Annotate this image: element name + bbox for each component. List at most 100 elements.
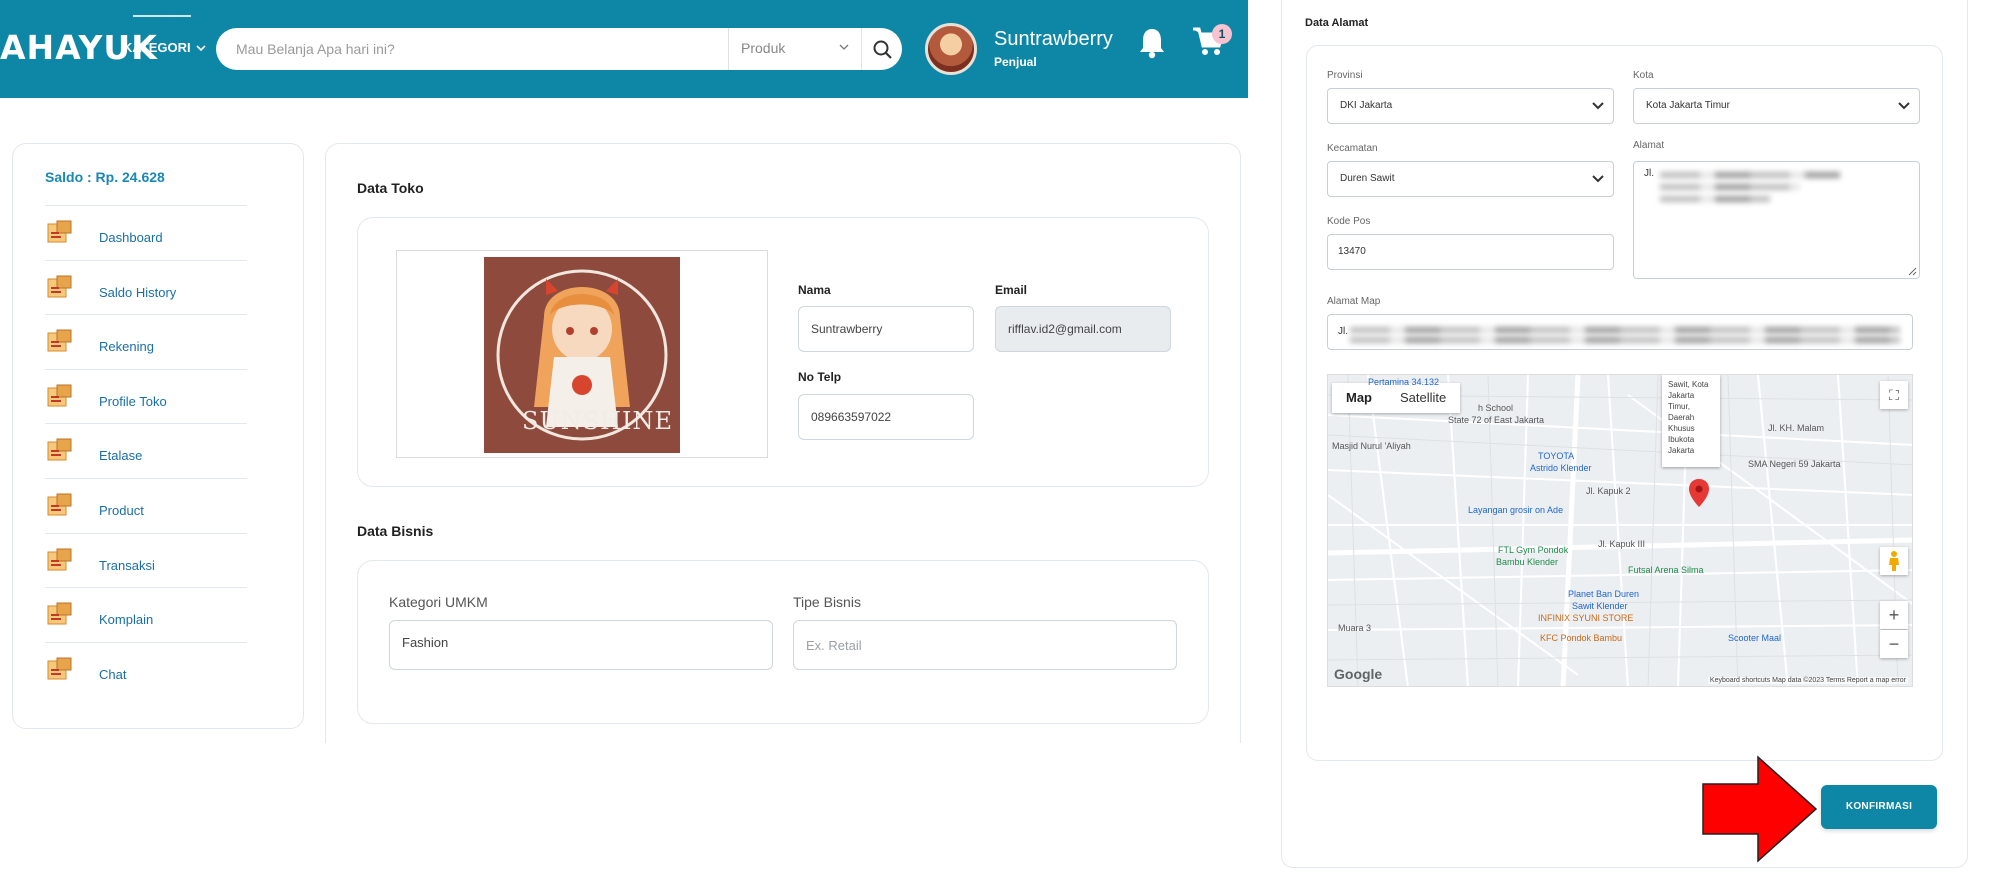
sidebar-item[interactable]: Etalase — [45, 423, 247, 477]
tipe-bisnis-input[interactable] — [793, 620, 1177, 670]
street-view-button[interactable] — [1880, 547, 1908, 575]
map-place-label[interactable]: State 72 of East Jakarta — [1448, 415, 1544, 425]
map-place-label[interactable]: SMA Negeri 59 Jakarta — [1748, 459, 1841, 469]
email-field: rifflav.id2@gmail.com — [995, 306, 1171, 352]
map-place-label[interactable]: Scooter Maal — [1728, 633, 1781, 643]
map-footer[interactable]: Keyboard shortcuts Map data ©2023 Terms … — [1707, 677, 1908, 684]
map-place-label[interactable]: Futsal Arena Silma — [1628, 565, 1704, 575]
chat-icon — [47, 657, 73, 681]
map-place-label[interactable]: KFC Pondok Bambu — [1540, 633, 1622, 643]
sidebar-item[interactable]: Chat — [45, 641, 247, 696]
resize-handle-icon[interactable] — [1907, 266, 1917, 276]
saldo-balance: Saldo : Rp. 24.628 — [45, 169, 165, 185]
search-icon — [873, 40, 892, 59]
chevron-down-icon — [196, 45, 206, 52]
store-image-box[interactable]: SUNSHINE — [396, 250, 768, 458]
map-place-label[interactable]: Astrido Klender — [1530, 463, 1592, 473]
main-content: Data Toko SUNSHINE Nama Suntrawberry Ema… — [325, 143, 1241, 743]
redacted-address-line — [1660, 196, 1770, 202]
map-place-label[interactable]: TOYOTA — [1538, 451, 1574, 461]
google-logo: Google — [1334, 666, 1383, 682]
fullscreen-button[interactable]: ⛶ — [1880, 381, 1908, 409]
avatar[interactable] — [925, 23, 977, 75]
notification-button[interactable] — [1137, 26, 1167, 65]
location-pin-icon[interactable] — [1688, 478, 1710, 508]
alamat-value: Jl. — [1644, 168, 1654, 179]
sidebar-item-label: Etalase — [99, 448, 143, 464]
sidebar-item-label: Chat — [99, 666, 127, 682]
sidebar-item[interactable]: Komplain — [45, 587, 247, 641]
google-map[interactable]: Map Satellite Pertamina 34.132 h School St… — [1327, 374, 1913, 687]
map-place-label[interactable]: Sawit Klender — [1572, 601, 1628, 611]
data-alamat-title: Data Alamat — [1305, 17, 1369, 29]
map-place-label[interactable]: Pertamina 34.132 — [1368, 377, 1439, 387]
map-place-label[interactable]: Layangan grosir on Ade — [1468, 505, 1563, 515]
map-tab-map[interactable]: Map — [1332, 383, 1386, 413]
sidebar-item[interactable]: Saldo History — [45, 259, 247, 314]
chevron-down-icon — [1591, 162, 1605, 208]
zoom-out-button[interactable]: − — [1880, 630, 1908, 658]
redacted-address-line — [1660, 172, 1840, 178]
pegman-icon — [1889, 551, 1899, 571]
map-place-label[interactable]: Bambu Klender — [1496, 557, 1558, 567]
store-profile-image: SUNSHINE — [484, 257, 680, 453]
search-category-select[interactable]: Produk — [741, 40, 785, 56]
map-tab-satellite[interactable]: Satellite — [1386, 383, 1460, 413]
tipe-bisnis-label: Tipe Bisnis — [793, 594, 861, 610]
alamat-label: Alamat — [1633, 140, 1665, 151]
kategori-umkm-field[interactable]: Fashion — [389, 620, 773, 670]
search-input[interactable] — [236, 28, 736, 70]
kecamatan-value: Duren Sawit — [1340, 173, 1395, 184]
map-place-label[interactable]: Jl. KH. Malam — [1768, 423, 1824, 433]
kategori-dropdown[interactable]: KATEGORI — [123, 40, 206, 55]
sidebar-item[interactable]: Rekening — [45, 314, 247, 368]
sidebar-item-label: Transaksi — [99, 557, 155, 573]
kota-label: Kota — [1633, 70, 1654, 81]
map-place-label[interactable]: FTL Gym Pondok — [1498, 545, 1568, 555]
provinsi-value: DKI Jakarta — [1340, 100, 1393, 111]
redacted-address-line — [1350, 337, 1900, 343]
map-place-label[interactable]: h School — [1478, 403, 1513, 413]
sidebar-item-label: Saldo History — [99, 284, 177, 300]
map-place-label[interactable]: INFINIX SYUNI STORE — [1538, 613, 1633, 623]
sidebar-item[interactable]: Transaksi — [45, 532, 247, 587]
sidebar-item-label: Komplain — [99, 612, 154, 628]
sidebar-item[interactable]: Dashboard — [45, 205, 247, 259]
provinsi-select[interactable]: DKI Jakarta — [1327, 88, 1614, 124]
alamat-map-value: Jl. — [1338, 326, 1348, 337]
top-navbar: AHAYUK KATEGORI Produk Suntrawberry Penj… — [0, 0, 1248, 98]
map-popup-line: Khusus — [1668, 424, 1695, 433]
data-toko-title: Data Toko — [357, 180, 424, 196]
alamat-textarea[interactable]: Jl. — [1633, 161, 1920, 279]
map-place-label[interactable]: Planet Ban Duren — [1568, 589, 1639, 599]
alamat-map-label: Alamat Map — [1327, 296, 1381, 307]
kodepos-label: Kode Pos — [1327, 216, 1371, 227]
map-place-label[interactable]: Jl. Kapuk III — [1598, 539, 1645, 549]
konfirmasi-button[interactable]: KONFIRMASI — [1821, 785, 1937, 829]
chevron-down-icon — [838, 39, 850, 55]
map-popup-line: Sawit, Kota — [1668, 380, 1709, 389]
search-button[interactable] — [861, 28, 902, 70]
zoom-in-button[interactable]: + — [1880, 601, 1908, 629]
data-toko-card: SUNSHINE Nama Suntrawberry Email rifflav… — [357, 217, 1209, 487]
sidebar-item-label: Dashboard — [99, 230, 163, 245]
map-place-label[interactable]: Muara 3 — [1338, 623, 1371, 633]
user-name[interactable]: Suntrawberry — [994, 28, 1113, 51]
data-bisnis-card: Kategori UMKM Fashion Tipe Bisnis — [357, 560, 1209, 724]
sidebar-item[interactable]: Product — [45, 478, 247, 532]
kecamatan-select[interactable]: Duren Sawit — [1327, 161, 1614, 197]
cart-count-badge: 1 — [1212, 24, 1232, 44]
data-bisnis-title: Data Bisnis — [357, 523, 434, 539]
kodepos-field[interactable]: 13470 — [1327, 234, 1614, 270]
data-alamat-card: Provinsi DKI Jakarta Kota Kota Jakarta T… — [1306, 45, 1943, 761]
map-place-label[interactable]: Masjid Nurul 'Aliyah — [1332, 441, 1411, 451]
telp-field[interactable]: 089663597022 — [798, 394, 974, 440]
map-info-popup: Sawit, Kota Jakarta Timur, Daerah Khusus Ibuk… — [1662, 375, 1720, 467]
alamat-map-field[interactable]: Jl. — [1327, 314, 1913, 350]
sidebar-item[interactable]: Profile Toko — [45, 368, 247, 423]
kota-select[interactable]: Kota Jakarta Timur — [1633, 88, 1920, 124]
nama-field[interactable]: Suntrawberry — [798, 306, 974, 352]
bell-icon — [1140, 29, 1164, 59]
telp-label: No Telp — [798, 370, 842, 384]
map-place-label[interactable]: Jl. Kapuk 2 — [1586, 486, 1631, 496]
